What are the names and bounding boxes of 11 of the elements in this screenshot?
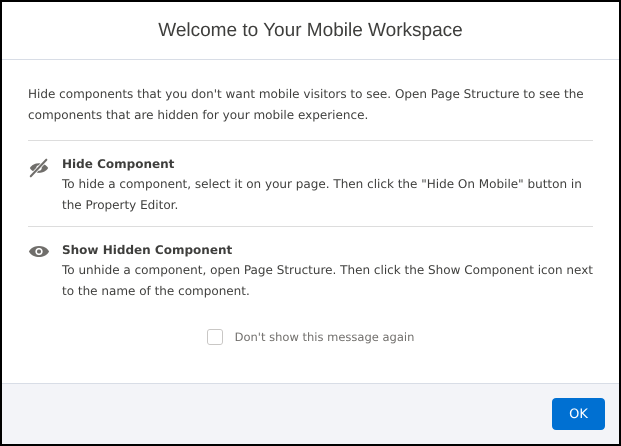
section-heading: Show Hidden Component <box>62 242 234 259</box>
section-heading: Hide Component <box>62 156 176 173</box>
section-description: To unhide a component, open Page Structure. Then click the Show Component icon next to the name of the component. <box>62 262 593 300</box>
checkbox[interactable] <box>206 329 223 345</box>
dialog-title: Welcome to Your Mobile Workspace <box>158 20 463 42</box>
eye-icon <box>28 244 50 259</box>
eye-slash-icon <box>28 158 50 178</box>
ok-button[interactable]: OK <box>552 398 605 430</box>
section-description: To hide a component, select it on your page. Then click the "Hide On Mobile" button in the Property Editor. <box>62 176 583 214</box>
intro-text: Hide components that you don't want mobile visitors to see. Open Page Structure to see the components that are hidden for your mobile experience. <box>28 84 593 141</box>
checkbox-label: Don't show this message again <box>234 330 414 344</box>
